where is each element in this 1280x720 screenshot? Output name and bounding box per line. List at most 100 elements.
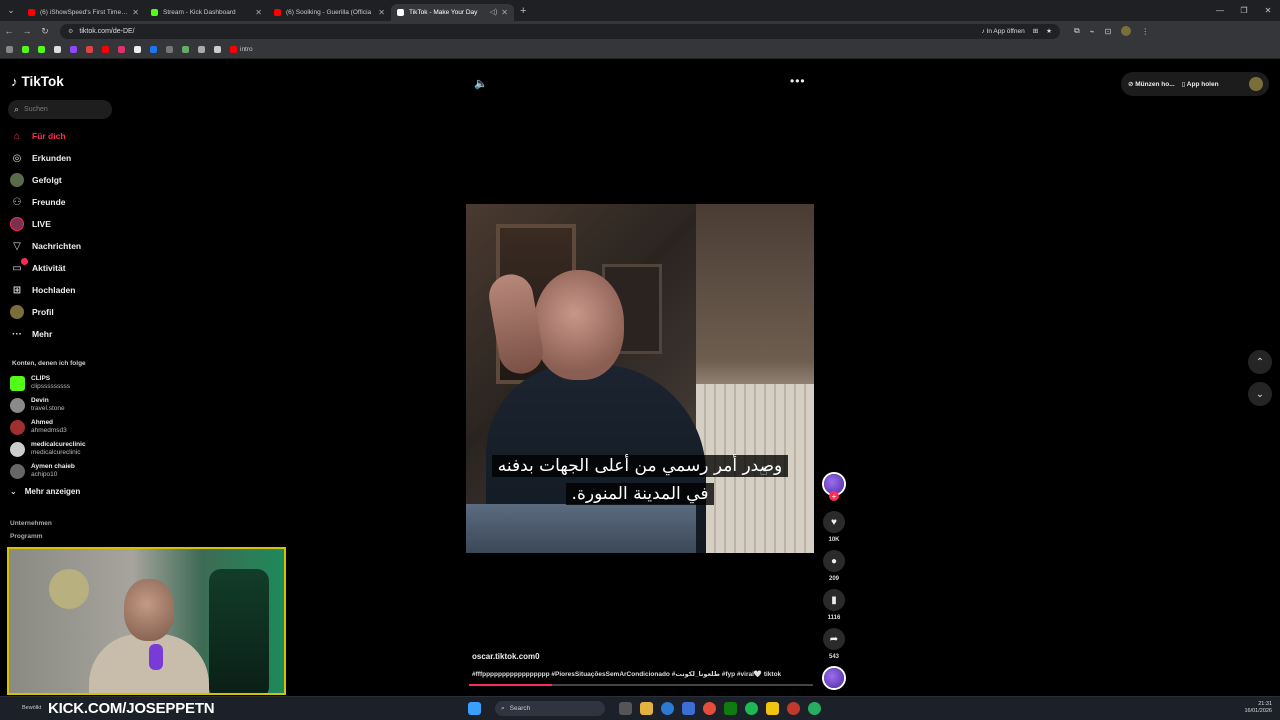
task-view-icon[interactable] (619, 702, 632, 715)
bookmark-icon[interactable] (54, 46, 61, 53)
browser-tab[interactable]: (6) iShowSpeed's First Time In I ✕ (22, 4, 145, 21)
nav-for-you[interactable]: ⌂ Für dich (10, 129, 66, 143)
nav-activity[interactable]: ▭ Aktivität (10, 258, 66, 275)
next-video-button[interactable]: ⌄ (1248, 382, 1272, 406)
bookmark-icon[interactable] (182, 46, 189, 53)
followed-account[interactable]: medicalcureclinic medicalcureclinic (10, 441, 86, 457)
translate-extension-icon[interactable]: ⊡ (1105, 27, 1112, 36)
footer-link[interactable]: Unternehmen (10, 520, 52, 527)
tab-search-icon[interactable]: ⌄ (0, 5, 22, 16)
browser-tab[interactable]: Stream - Kick Dashboard ✕ (145, 4, 268, 21)
nav-profile[interactable]: Profil (10, 305, 54, 319)
cast-icon[interactable]: ⌁ (1090, 27, 1095, 36)
bookmark-instagram-icon[interactable] (118, 46, 125, 53)
profile-avatar[interactable] (1249, 77, 1263, 91)
restore-icon[interactable]: ❐ (1232, 6, 1256, 15)
share-button[interactable]: ➦ (823, 628, 845, 650)
bookmark-star-icon[interactable]: ★ (1046, 27, 1052, 35)
app-icon[interactable] (787, 702, 800, 715)
audio-playing-icon[interactable]: ◁) (490, 8, 498, 16)
back-icon[interactable]: ← (0, 26, 18, 36)
spotify-icon[interactable] (745, 702, 758, 715)
translate-icon[interactable]: ⊞ (1033, 27, 1038, 35)
taskbar-search[interactable]: ⌕ Search (495, 701, 605, 716)
close-tab-icon[interactable]: ✕ (378, 8, 385, 17)
music-disc[interactable] (822, 666, 846, 690)
bookmark-youtube-icon[interactable] (102, 46, 109, 53)
close-tab-icon[interactable]: ✕ (132, 8, 139, 17)
compass-icon: ◎ (12, 152, 22, 164)
caption-hashtags[interactable]: #fffppppppppppppppppp #PioresSituaçõesSe… (472, 670, 812, 678)
previous-video-button[interactable]: ⌃ (1248, 350, 1272, 374)
new-tab-button[interactable]: + (520, 5, 526, 17)
nav-upload[interactable]: ⊞ Hochladen (10, 283, 76, 297)
search-input[interactable]: ⌕ Suchen (8, 100, 112, 119)
chevron-down-icon: ⌄ (1255, 388, 1265, 400)
bookmark-facebook-icon[interactable] (150, 46, 157, 53)
bookmark-icon[interactable] (198, 46, 205, 53)
close-tab-icon[interactable]: ✕ (255, 8, 262, 17)
minimize-icon[interactable]: — (1208, 6, 1232, 15)
browser-tab[interactable]: (6) Soolking - Guerilla (Officia ✕ (268, 4, 391, 21)
menu-icon[interactable]: ⋮ (1141, 27, 1149, 36)
app-icon[interactable] (808, 702, 821, 715)
xbox-icon[interactable] (724, 702, 737, 715)
video-progress-bar[interactable] (469, 684, 813, 686)
comment-button[interactable]: ● (823, 550, 845, 572)
bookmark-icon[interactable] (214, 46, 221, 53)
bookmark-twitch-icon[interactable] (70, 46, 77, 53)
footer-link[interactable]: Programm (10, 533, 43, 540)
weather-widget[interactable]: Bewölkt (22, 705, 41, 711)
reload-icon[interactable]: ↻ (36, 26, 54, 37)
store-icon[interactable] (682, 702, 695, 715)
volume-icon[interactable]: 🔈 (474, 77, 488, 90)
address-bar[interactable]: ⚙ tiktok.com/de-DE/ ♪ In App öffnen ⊞ ★ (60, 23, 1060, 39)
extensions-icon[interactable]: ⧉ (1074, 26, 1080, 36)
browser-tab-active[interactable]: TikTok - Make Your Day ◁) ✕ (391, 3, 514, 21)
nav-live[interactable]: LIVE (10, 217, 51, 231)
apps-icon[interactable] (6, 46, 13, 53)
more-options-icon[interactable]: ••• (790, 74, 806, 88)
followed-account[interactable]: CLIPS clipsssssssss (10, 375, 70, 391)
close-window-icon[interactable]: ✕ (1256, 6, 1280, 15)
edge-icon[interactable] (661, 702, 674, 715)
chrome-icon[interactable] (703, 702, 716, 715)
get-app-button[interactable]: ▯ App holen (1182, 80, 1219, 88)
site-info-icon[interactable]: ⚙ (68, 28, 73, 35)
bookmark-gmail-icon[interactable] (86, 46, 93, 53)
save-button[interactable]: ▮ (823, 589, 845, 611)
followed-account[interactable]: Devin travel.stone (10, 397, 65, 413)
nav-messages[interactable]: ▽ Nachrichten (10, 239, 81, 253)
like-count: 10K (828, 537, 840, 543)
open-in-app-button[interactable]: ♪ In App öffnen (981, 28, 1024, 35)
bookmark-play-icon[interactable] (38, 46, 45, 53)
follow-plus-icon[interactable]: + (829, 491, 839, 501)
tiktok-logo[interactable]: ♪ TikTok (11, 74, 64, 89)
profile-avatar-icon[interactable] (1121, 26, 1132, 36)
get-coins-button[interactable]: ⊘ Münzen ho... (1128, 80, 1175, 88)
video-subtitle: في المدينة المنورة. (482, 480, 798, 508)
screen: { "browser": { "tabs": [ {"title": "(6) … (0, 0, 1280, 720)
nav-more[interactable]: ··· Mehr (10, 327, 52, 341)
show-more-button[interactable]: ⌄ Mehr anzeigen (10, 487, 80, 496)
like-button[interactable]: ♥ (823, 511, 845, 533)
share-icon: ➦ (829, 633, 839, 645)
bookmark-icon[interactable] (166, 46, 173, 53)
nav-following[interactable]: Gefolgt (10, 173, 62, 187)
caption-username[interactable]: oscar.tiktok.com0 (472, 652, 540, 661)
video-player[interactable]: وصدر أمر رسمي من أعلى الجهات بدفنه في ال… (466, 204, 814, 553)
windows-start-icon[interactable] (468, 702, 481, 715)
taskbar-clock[interactable]: 21:31 16/01/2026 (1244, 701, 1272, 715)
followed-account[interactable]: Aymen chaieb achipo10 (10, 463, 75, 479)
forward-icon[interactable]: → (18, 26, 36, 36)
followed-account[interactable]: Ahmed ahmedmsd3 (10, 419, 67, 435)
nav-explore[interactable]: ◎ Erkunden (10, 151, 72, 165)
nav-friends[interactable]: ⚇ Freunde (10, 195, 66, 209)
bookmark-kick-icon[interactable] (22, 46, 29, 53)
close-tab-icon[interactable]: ✕ (501, 8, 508, 17)
bookmark-intro[interactable]: intro (230, 46, 253, 53)
bookmark-tiktok-icon[interactable] (134, 46, 141, 53)
warning-app-icon[interactable] (766, 702, 779, 715)
live-icon (10, 217, 24, 231)
file-explorer-icon[interactable] (640, 702, 653, 715)
